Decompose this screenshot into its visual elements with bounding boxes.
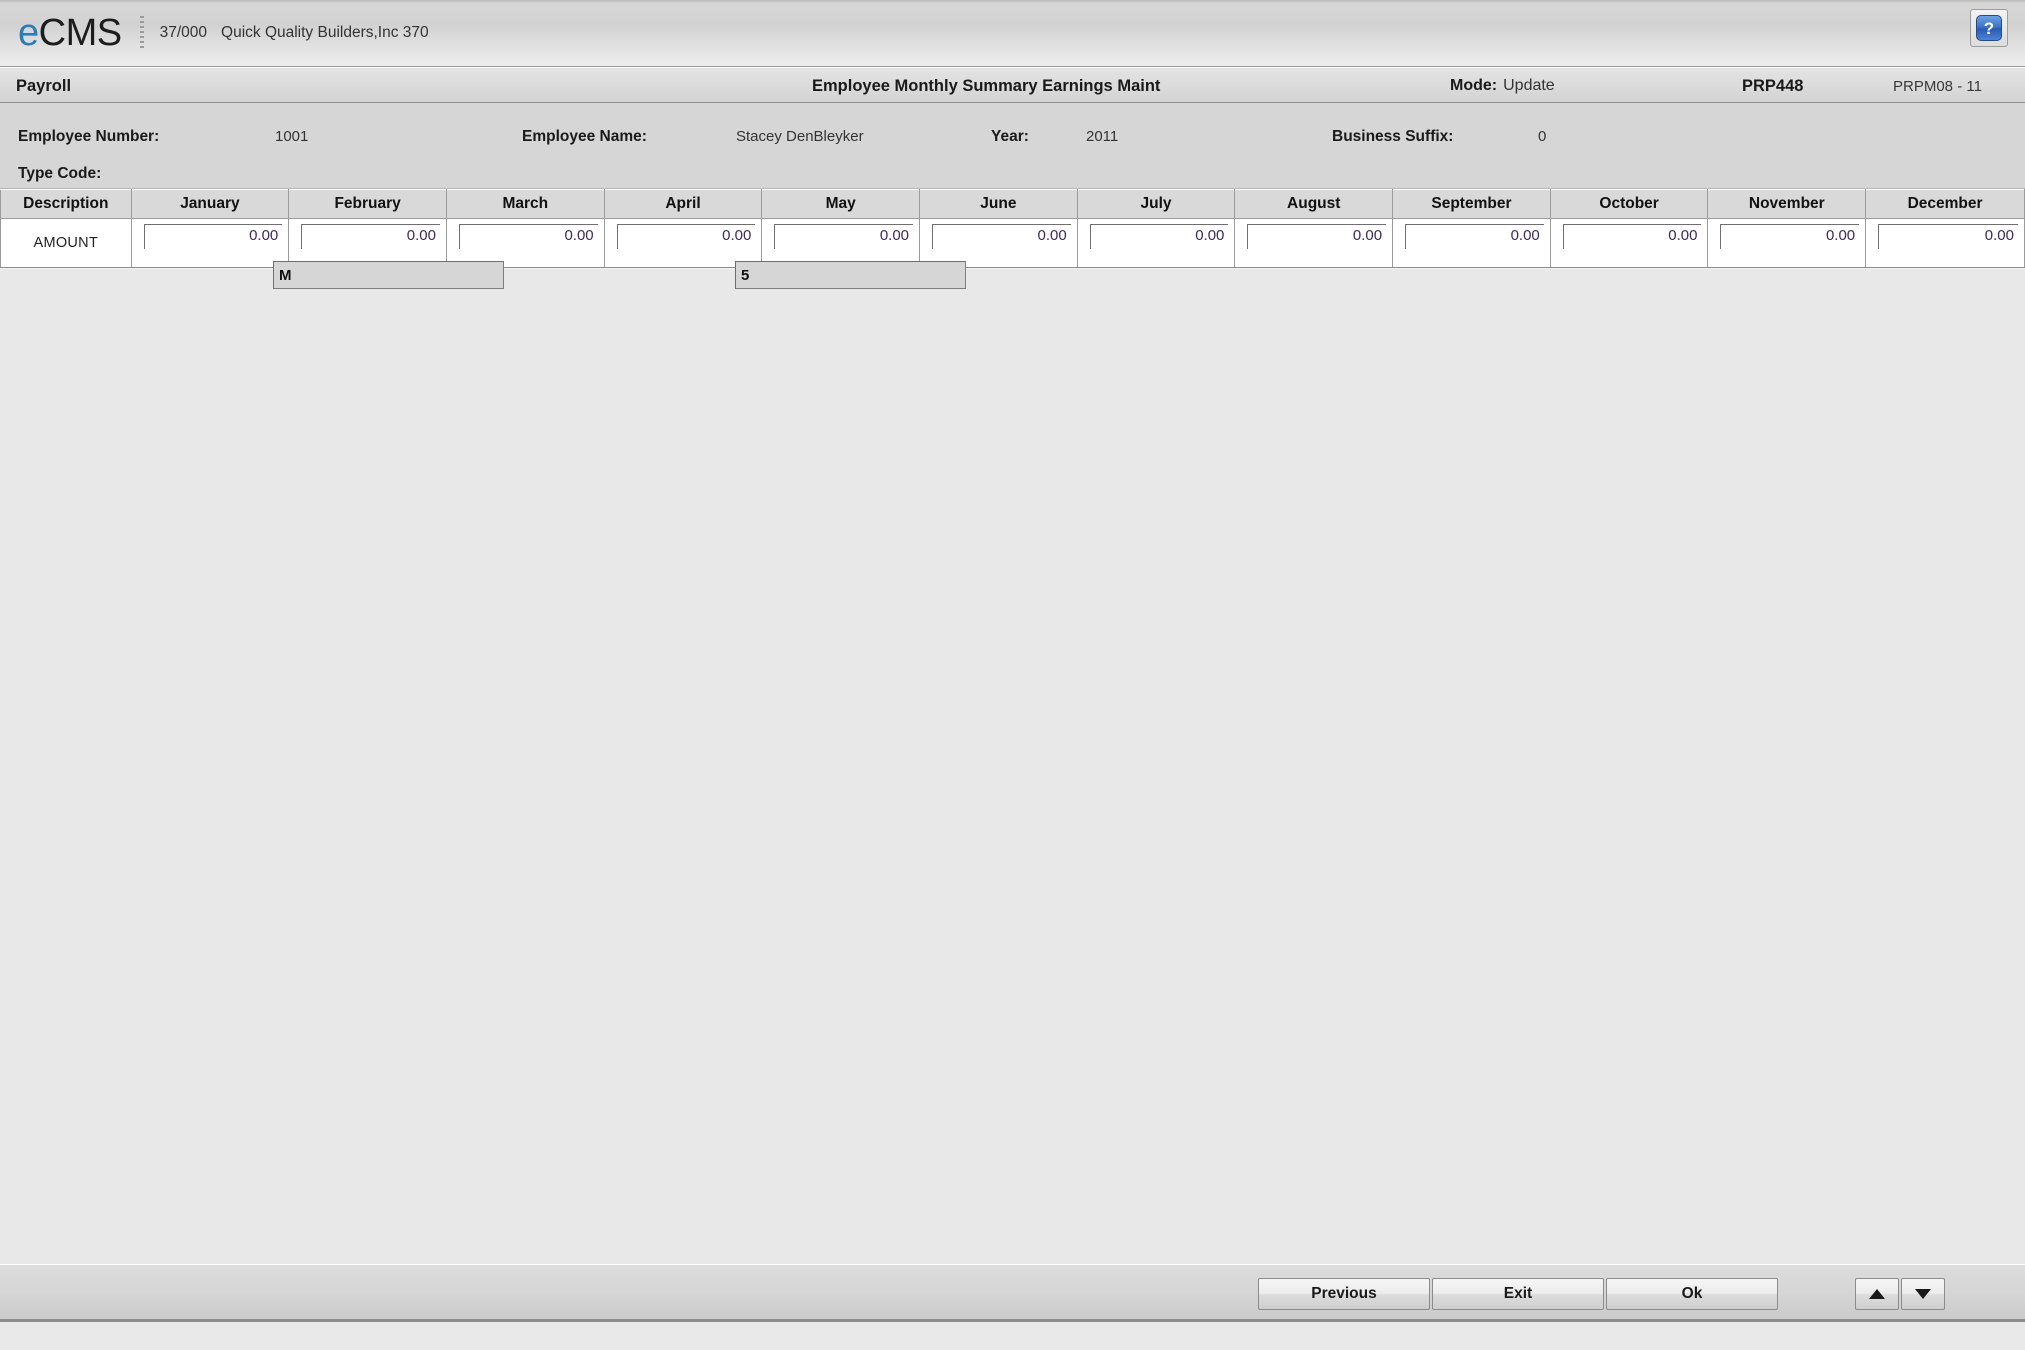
mode-indicator: Mode: Update — [1450, 68, 1555, 104]
table-row: AMOUNT 0.00 0.00 0.00 0.00 0.00 0.00 0.0… — [0, 218, 2025, 267]
amount-cell-april[interactable]: 0.00 — [604, 218, 763, 267]
module-name: Payroll — [16, 76, 72, 95]
amount-cell-may[interactable]: 0.00 — [761, 218, 921, 267]
type-code-label: Type Code: — [18, 165, 102, 182]
scroll-up-button[interactable] — [1855, 1278, 1899, 1310]
column-header-march: March — [446, 189, 605, 219]
amount-cell-june[interactable]: 0.00 — [919, 218, 1078, 267]
screen-id: PRPM08 - 11 — [1893, 77, 1982, 95]
employee-number-label: Employee Number: — [18, 128, 160, 145]
arrow-down-icon — [1915, 1289, 1931, 1299]
scroll-down-button[interactable] — [1901, 1278, 1945, 1310]
employee-name-label: Employee Name: — [522, 128, 647, 145]
amount-input-august[interactable]: 0.00 — [1247, 224, 1386, 250]
column-header-description: Description — [0, 189, 132, 219]
row-description-cell: AMOUNT — [0, 218, 132, 267]
ecms-logo: eCMS — [18, 14, 122, 52]
previous-button[interactable]: Previous — [1258, 1278, 1430, 1310]
employee-number-value: 1001 — [275, 128, 309, 145]
amount-cell-december[interactable]: 0.00 — [1865, 218, 2025, 267]
secondary-code-input[interactable]: 5 — [735, 261, 966, 289]
column-header-january: January — [131, 189, 290, 219]
company-name: Quick Quality Builders,Inc 370 — [221, 24, 429, 41]
amount-cell-october[interactable]: 0.00 — [1550, 218, 1709, 267]
application-header: eCMS 37/000 Quick Quality Builders,Inc 3… — [0, 0, 2025, 67]
year-label: Year: — [991, 128, 1029, 145]
column-header-february: February — [288, 189, 447, 219]
column-header-september: September — [1392, 189, 1551, 219]
employee-info-panel: Employee Number: 1001 Employee Name: Sta… — [0, 103, 2025, 289]
company-code: 37/000 — [159, 24, 208, 41]
amount-input-february[interactable]: 0.00 — [301, 224, 440, 250]
amount-input-july[interactable]: 0.00 — [1089, 224, 1229, 250]
business-suffix-label: Business Suffix: — [1332, 128, 1454, 145]
dotted-separator-icon — [139, 16, 144, 50]
amount-input-december[interactable]: 0.00 — [1878, 224, 2018, 250]
screen-title-bar: Payroll Employee Monthly Summary Earning… — [0, 67, 2025, 103]
amount-input-november[interactable]: 0.00 — [1720, 224, 1859, 250]
amount-input-september[interactable]: 0.00 — [1405, 224, 1544, 250]
exit-button[interactable]: Exit — [1432, 1278, 1604, 1310]
arrow-up-icon — [1869, 1289, 1885, 1299]
earnings-grid-container: Description January February March April… — [0, 189, 2025, 268]
action-button-bar: Previous Exit Ok — [0, 1264, 2025, 1322]
amount-input-january[interactable]: 0.00 — [143, 224, 283, 250]
column-header-august: August — [1234, 189, 1394, 219]
help-button[interactable]: ? — [1970, 9, 2008, 47]
type-code-input[interactable]: M — [273, 261, 504, 289]
column-header-july: July — [1077, 189, 1236, 219]
ok-button[interactable]: Ok — [1606, 1278, 1778, 1310]
amount-cell-november[interactable]: 0.00 — [1707, 218, 1867, 267]
page-title: Employee Monthly Summary Earnings Maint — [812, 76, 1161, 95]
monthly-earnings-table: Description January February March April… — [0, 189, 2025, 267]
program-id: PRP448 — [1742, 76, 1804, 95]
row-description-label: AMOUNT — [33, 235, 99, 251]
mode-label: Mode: — [1450, 77, 1498, 94]
amount-cell-july[interactable]: 0.00 — [1077, 218, 1236, 267]
amount-cell-august[interactable]: 0.00 — [1234, 218, 1394, 267]
column-header-april: April — [604, 189, 763, 219]
amount-cell-september[interactable]: 0.00 — [1392, 218, 1551, 267]
amount-input-april[interactable]: 0.00 — [616, 224, 756, 250]
column-header-november: November — [1707, 189, 1867, 219]
question-mark-icon: ? — [1976, 15, 2002, 41]
logo-letter-e: e — [18, 12, 39, 54]
column-header-may: May — [761, 189, 921, 219]
employee-name-value: Stacey DenBleyker — [736, 128, 864, 145]
amount-input-may[interactable]: 0.00 — [774, 224, 913, 250]
content-empty-area — [0, 268, 2025, 1264]
amount-input-june[interactable]: 0.00 — [932, 224, 1071, 250]
year-value: 2011 — [1086, 128, 1119, 145]
business-suffix-value: 0 — [1538, 128, 1547, 145]
amount-cell-january[interactable]: 0.00 — [131, 218, 290, 267]
table-header-row: Description January February March April… — [0, 189, 2025, 219]
column-header-october: October — [1550, 189, 1709, 219]
amount-input-march[interactable]: 0.00 — [458, 224, 598, 250]
amount-cell-february[interactable]: 0.00 — [288, 218, 447, 267]
amount-input-october[interactable]: 0.00 — [1562, 224, 1702, 250]
amount-cell-march[interactable]: 0.00 — [446, 218, 605, 267]
logo-text-cms: CMS — [38, 12, 122, 54]
mode-value: Update — [1503, 77, 1555, 94]
column-header-june: June — [919, 189, 1078, 219]
column-header-december: December — [1865, 189, 2025, 219]
